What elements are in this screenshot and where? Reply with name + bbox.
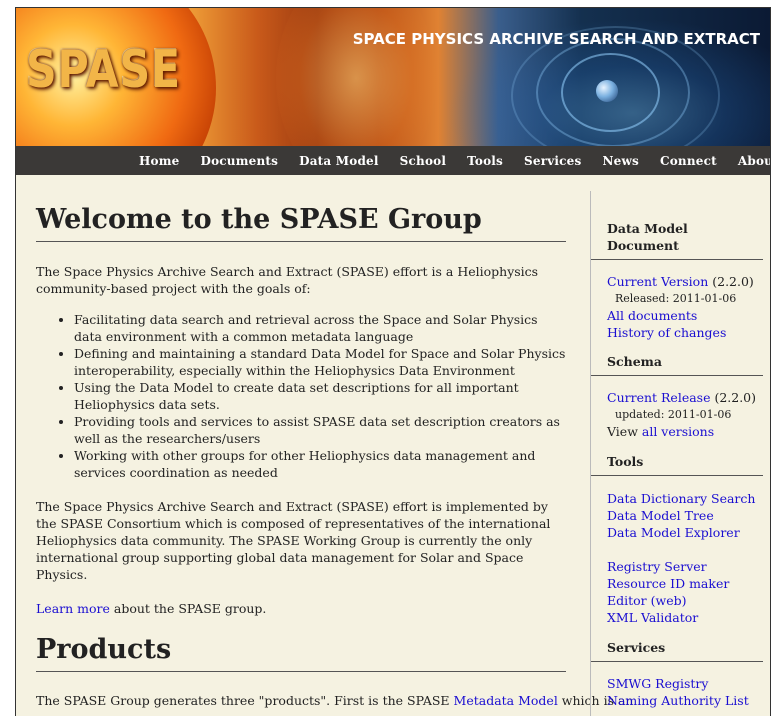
sidebar-heading-services: Services — [591, 639, 763, 662]
editor-web-link[interactable]: Editor (web) — [607, 592, 770, 609]
all-documents-link[interactable]: All documents — [607, 307, 770, 324]
page-title: Welcome to the SPASE Group — [36, 203, 566, 242]
spase-logo[interactable]: SPASE — [26, 40, 181, 100]
goal-item: Working with other groups for other Heli… — [74, 447, 566, 481]
data-model-tree-link[interactable]: Data Model Tree — [607, 507, 770, 524]
sidebar-heading-data-model-document: Data Model Document — [591, 220, 763, 260]
xml-validator-link[interactable]: XML Validator — [607, 609, 770, 626]
nav-home[interactable]: Home — [139, 154, 179, 168]
goal-item: Defining and maintaining a standard Data… — [74, 345, 566, 379]
history-of-changes-link[interactable]: History of changes — [607, 324, 770, 341]
data-dictionary-search-link[interactable]: Data Dictionary Search — [607, 490, 770, 507]
page-frame: SPASE SPACE PHYSICS ARCHIVE SEARCH AND E… — [15, 7, 771, 716]
learn-more-text: about the SPASE group. — [109, 601, 267, 616]
nav-data-model[interactable]: Data Model — [299, 154, 379, 168]
naming-authority-list-link[interactable]: Naming Authority List — [607, 692, 770, 709]
learn-more-paragraph: Learn more about the SPASE group. — [36, 600, 566, 617]
current-release-number: (2.2.0) — [710, 390, 757, 405]
registry-server-link[interactable]: Registry Server — [607, 558, 770, 575]
nav-connect[interactable]: Connect — [660, 154, 717, 168]
all-versions-link[interactable]: all versions — [642, 424, 714, 439]
main-content: Welcome to the SPASE Group The Space Phy… — [36, 203, 633, 709]
goal-item: Using the Data Model to create data set … — [74, 379, 566, 413]
flare-image — [276, 8, 436, 146]
schema-updated-date: updated: 2011-01-06 — [615, 408, 732, 421]
sidebar-heading-tools: Tools — [591, 453, 763, 476]
consortium-paragraph: The Space Physics Archive Search and Ext… — [36, 499, 551, 582]
smwg-registry-link[interactable]: SMWG Registry — [607, 675, 770, 692]
banner-title: SPACE PHYSICS ARCHIVE SEARCH AND EXTRACT — [352, 30, 760, 48]
products-paragraph: The SPASE Group generates three "product… — [36, 692, 633, 709]
services-links: SMWG Registry Naming Authority List — [591, 675, 770, 709]
sidebar: Data Model Document Current Version (2.2… — [590, 191, 770, 716]
site-banner: SPASE SPACE PHYSICS ARCHIVE SEARCH AND E… — [16, 8, 770, 146]
current-release-link[interactable]: Current Release — [607, 390, 710, 405]
intro-paragraph: The Space Physics Archive Search and Ext… — [36, 264, 539, 296]
resource-id-maker-link[interactable]: Resource ID maker — [607, 575, 770, 592]
data-model-explorer-link[interactable]: Data Model Explorer — [607, 524, 770, 541]
nav-tools[interactable]: Tools — [467, 154, 503, 168]
goal-item: Providing tools and services to assist S… — [74, 413, 566, 447]
main-nav: Home Documents Data Model School Tools S… — [16, 146, 770, 175]
schema-links: Current Release (2.2.0) updated: 2011-01… — [591, 389, 770, 440]
tools-links: Data Dictionary Search Data Model Tree D… — [591, 490, 770, 626]
nav-about[interactable]: About — [738, 154, 770, 168]
current-version-number: (2.2.0) — [708, 274, 754, 289]
earth-image — [596, 80, 618, 102]
view-prefix: View — [607, 424, 642, 439]
data-model-doc-links: Current Version (2.2.0) Released: 2011-0… — [591, 273, 770, 341]
products-heading: Products — [36, 633, 566, 672]
goals-list: Facilitating data search and retrieval a… — [36, 311, 566, 481]
current-version-link[interactable]: Current Version — [607, 274, 708, 289]
nav-news[interactable]: News — [602, 154, 639, 168]
nav-school[interactable]: School — [400, 154, 446, 168]
nav-documents[interactable]: Documents — [200, 154, 278, 168]
learn-more-link[interactable]: Learn more — [36, 601, 110, 616]
nav-services[interactable]: Services — [524, 154, 581, 168]
sidebar-heading-schema: Schema — [591, 353, 763, 376]
goal-item: Facilitating data search and retrieval a… — [74, 311, 566, 345]
products-text: The SPASE Group generates three "product… — [36, 693, 454, 708]
metadata-model-link[interactable]: Metadata Model — [454, 693, 558, 708]
released-date: Released: 2011-01-06 — [615, 292, 737, 305]
